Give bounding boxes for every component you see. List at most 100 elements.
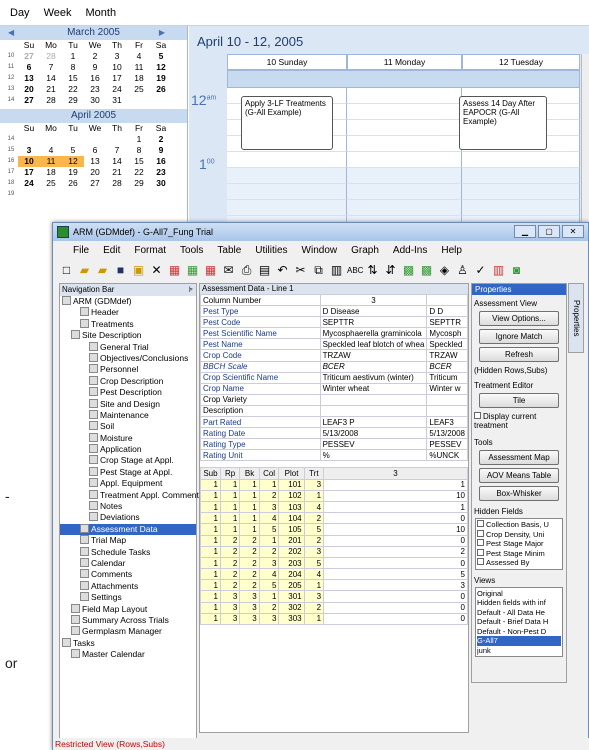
copy-icon[interactable]: ⧉ [311, 263, 326, 278]
menu-item[interactable]: Utilities [255, 245, 287, 256]
hidden-field-item[interactable]: Pest Stage Minim [477, 548, 561, 559]
spell-icon[interactable]: ABC [347, 263, 363, 278]
calendar-day[interactable]: 3 [18, 145, 40, 156]
calendar-day[interactable]: 5 [150, 51, 172, 62]
time-slot[interactable] [227, 168, 347, 184]
tab-day[interactable]: Day [10, 7, 30, 19]
preview-icon[interactable]: ▤ [257, 263, 272, 278]
nav-item[interactable]: Field Map Layout [60, 603, 196, 615]
grid-cell[interactable]: 2 [323, 545, 468, 558]
pin-icon[interactable]: ⊧ [189, 284, 193, 296]
hidden-field-item[interactable]: Assessed By [477, 558, 561, 568]
nav-item[interactable]: Notes [60, 501, 196, 512]
time-slot[interactable] [462, 200, 580, 216]
calendar-day[interactable]: 23 [150, 167, 172, 178]
nav-item[interactable]: Crop Description [60, 375, 196, 387]
properties-side-tab[interactable]: Properties [568, 283, 584, 353]
calendar-day[interactable]: 10 [18, 156, 40, 167]
calendar-day[interactable]: 3 [106, 51, 128, 62]
property-value[interactable]: Speckled leaf blotch of whea [319, 338, 428, 351]
calendar-day[interactable]: 27 [18, 51, 40, 62]
calendar-day[interactable]: 26 [62, 178, 84, 189]
checkbox-icon[interactable] [477, 520, 484, 527]
delete-icon[interactable]: ✕ [149, 263, 164, 278]
property-value[interactable]: Mycosph [426, 327, 468, 340]
property-value[interactable]: Triticum [426, 371, 468, 384]
menu-item[interactable]: Edit [103, 245, 120, 256]
calendar-day[interactable]: 25 [128, 84, 150, 95]
calendar-day[interactable]: 13 [84, 156, 106, 167]
window-titlebar[interactable]: ARM (GDMdef) - G-All7_Fung Trial ▁ ▢ ✕ [53, 223, 588, 241]
calendar-day[interactable]: 28 [106, 178, 128, 189]
time-slot[interactable] [347, 184, 462, 200]
property-value[interactable]: TRZAW [319, 349, 428, 362]
calendar-day[interactable]: 19 [62, 167, 84, 178]
property-value[interactable]: 5/13/2008 [426, 427, 468, 440]
calendar-day[interactable]: 11 [128, 62, 150, 73]
maximize-icon[interactable]: ▢ [538, 225, 560, 238]
time-slot[interactable] [347, 120, 462, 136]
property-value[interactable]: Mycosphaerella graminicola [319, 327, 428, 340]
calendar-day[interactable]: 30 [84, 95, 106, 106]
calendar-day[interactable]: 20 [18, 84, 40, 95]
property-value[interactable]: SEPTTR [319, 316, 428, 329]
property-value[interactable]: PESSEV [426, 438, 468, 451]
nav-item[interactable]: Treatment Appl. Comments [60, 489, 203, 501]
menu-item[interactable]: Tools [180, 245, 203, 256]
view-item[interactable]: junk [477, 646, 561, 656]
view-item[interactable]: Original [477, 589, 561, 599]
calendar-day[interactable]: 15 [62, 73, 84, 84]
add-column-icon[interactable]: ▦ [167, 263, 182, 278]
check-icon[interactable]: ✓ [473, 263, 488, 278]
property-value[interactable]: D D [426, 305, 468, 318]
nav-item[interactable]: Comments [60, 569, 196, 580]
time-slot[interactable] [347, 136, 462, 152]
grid-cell[interactable]: 0 [323, 556, 468, 570]
calendar-day[interactable]: 18 [128, 73, 150, 84]
calendar-day[interactable]: 29 [62, 95, 84, 106]
cut-icon[interactable]: ✂ [293, 263, 308, 278]
minimize-icon[interactable]: ▁ [514, 225, 536, 238]
calendar-day[interactable]: 19 [150, 73, 172, 84]
view-item[interactable]: Default - Brief Data H [477, 617, 561, 627]
hidden-field-item[interactable]: Collection Basis, U [477, 520, 561, 530]
nav-item[interactable]: Trial Map [60, 535, 196, 546]
nav-item[interactable]: Deviations [60, 512, 196, 523]
nav-item[interactable]: Header [60, 307, 196, 318]
time-slot[interactable] [347, 104, 462, 120]
display-current-checkbox[interactable]: Display current treatment [474, 412, 564, 430]
time-slot[interactable] [227, 184, 347, 200]
checkbox-icon[interactable] [474, 412, 481, 419]
open-icon[interactable]: ▰ [77, 263, 92, 278]
hidden-field-item[interactable]: Crop Density, Uni [477, 529, 561, 540]
close-icon[interactable]: ✕ [562, 225, 584, 238]
nav-item[interactable]: Pest Description [60, 387, 196, 398]
calendar-day[interactable]: 17 [18, 167, 40, 178]
calendar-day[interactable]: 10 [106, 62, 128, 73]
time-slot[interactable] [347, 88, 462, 104]
calendar-day[interactable]: 25 [40, 178, 62, 189]
property-value[interactable]: PESSEV [319, 438, 428, 451]
nav-item[interactable]: Settings [60, 592, 196, 603]
property-value[interactable]: %UNCK [426, 449, 468, 462]
print-icon[interactable]: ⎙ [239, 263, 254, 278]
calendar-day[interactable]: 8 [128, 145, 150, 156]
grid-column-header[interactable]: Trt [303, 467, 325, 480]
next-month-icon[interactable]: ▶ [159, 26, 165, 40]
checkbox-icon[interactable] [477, 539, 484, 546]
calendar-day[interactable] [106, 189, 128, 200]
nav-item[interactable]: Tasks [60, 637, 196, 649]
menu-item[interactable]: Graph [351, 245, 379, 256]
calendar-day[interactable]: 16 [84, 73, 106, 84]
calendar-day[interactable]: 26 [150, 84, 172, 95]
time-slot[interactable] [347, 168, 462, 184]
chart-icon[interactable]: ▩ [419, 263, 434, 278]
grid-cell[interactable]: 1 [323, 478, 468, 491]
property-value[interactable]: % [319, 449, 428, 462]
grid-cell[interactable]: 5 [323, 568, 468, 581]
paste-icon[interactable]: ▥ [329, 263, 344, 278]
nav-item[interactable]: Personnel [60, 364, 196, 375]
calendar-day[interactable]: 22 [128, 167, 150, 178]
calendar-day[interactable]: 29 [128, 178, 150, 189]
save-icon[interactable]: ■ [113, 263, 128, 278]
